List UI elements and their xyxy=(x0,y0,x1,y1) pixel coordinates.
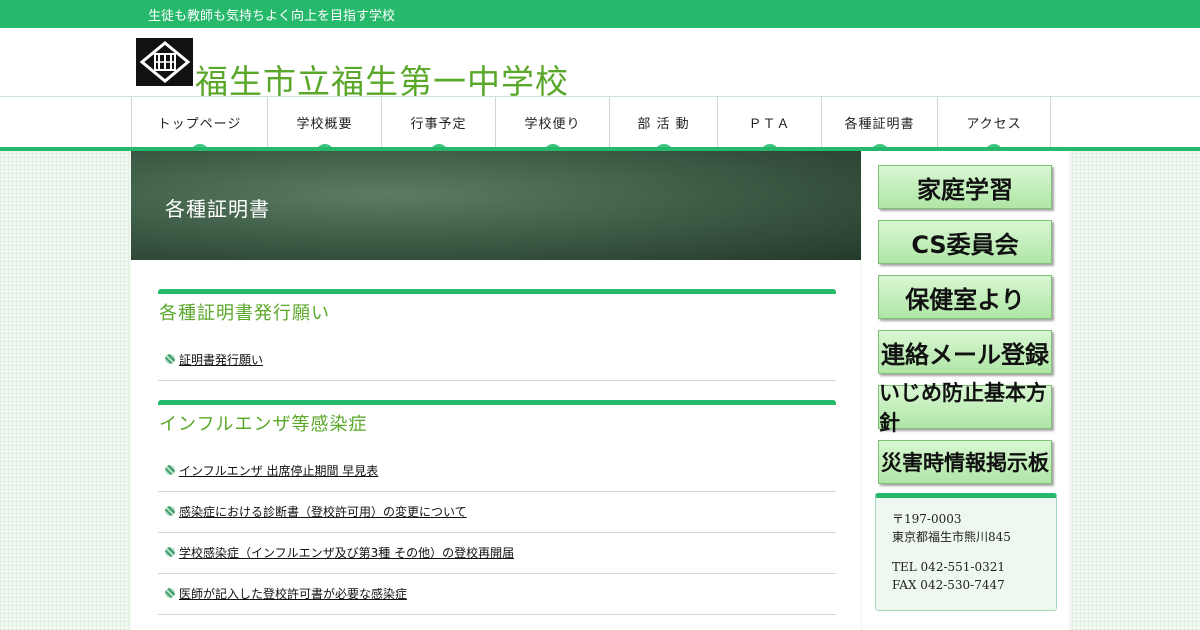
contact-address-box: 〒197-0003 東京都福生市熊川845 TEL 042-551-0321 F… xyxy=(875,493,1057,611)
top-bar: 生徒も教師も気持ちよく向上を目指す学校 xyxy=(0,0,1200,28)
mail-registration-button[interactable]: 連絡メール登録 xyxy=(878,330,1052,374)
list-item: 感染症における診断書（登校許可用）の変更について xyxy=(158,492,836,533)
main-nav: トップページ 学校概要 行事予定 学校便り 部 活 動 ＰＴＡ 各種証明書 アク… xyxy=(0,96,1200,154)
nav-item-clubs[interactable]: 部 活 動 xyxy=(609,97,717,154)
sidebar: 家庭学習 CS委員会 保健室より 連絡メール登録 いじめ防止基本方針 災害時情報… xyxy=(862,151,1069,630)
nav-item-schedule[interactable]: 行事予定 xyxy=(381,97,495,154)
section-title: 各種証明書発行願い xyxy=(159,303,330,324)
fax-number: FAX 042-530-7447 xyxy=(892,578,1005,592)
nav-item-label: 各種証明書 xyxy=(844,117,915,132)
main-content: 各種証明書 各種証明書発行願い 証明書発行願い インフルエンザ等感染症 インフル… xyxy=(131,151,861,630)
site-header: 福生市立福生第一中学校 xyxy=(0,28,1200,101)
nav-item-label: ＰＴＡ xyxy=(748,117,791,132)
list-item: 証明書発行願い xyxy=(158,340,836,381)
bullet-icon xyxy=(165,465,175,475)
school-tagline: 生徒も教師も気持ちよく向上を目指す学校 xyxy=(148,9,396,24)
disaster-board-button[interactable]: 災害時情報掲示板 xyxy=(878,440,1052,484)
phone-number: TEL 042-551-0321 xyxy=(892,560,1006,574)
section-divider xyxy=(158,400,836,405)
nav-item-label: 行事予定 xyxy=(410,117,467,132)
document-link[interactable]: 医師が記入した登校許可書が必要な感染症 xyxy=(179,585,407,602)
anti-bullying-policy-button[interactable]: いじめ防止基本方針 xyxy=(878,381,1052,435)
bullet-icon xyxy=(165,547,175,557)
page-hero-banner: 各種証明書 xyxy=(131,151,861,260)
section-title: インフルエンザ等感染症 xyxy=(159,414,368,435)
document-link[interactable]: 感染症における診断書（登校許可用）の変更について xyxy=(179,503,467,520)
nav-item-newsletter[interactable]: 学校便り xyxy=(495,97,609,154)
bullet-icon xyxy=(165,354,175,364)
school-emblem-icon[interactable] xyxy=(136,38,193,86)
nav-item-label: 部 活 動 xyxy=(637,117,690,132)
nav-item-overview[interactable]: 学校概要 xyxy=(267,97,381,154)
page-title: 各種証明書 xyxy=(165,197,270,221)
list-item: インフルエンザ 出席停止期間 早見表 xyxy=(158,451,836,492)
street-address: 東京都福生市熊川845 xyxy=(892,530,1011,544)
health-room-button[interactable]: 保健室より xyxy=(878,275,1052,319)
nav-item-pta[interactable]: ＰＴＡ xyxy=(717,97,821,154)
section-divider xyxy=(158,289,836,294)
list-item: 医師が記入した登校許可書が必要な感染症 xyxy=(158,574,836,615)
nav-item-label: トップページ xyxy=(157,117,242,132)
home-study-button[interactable]: 家庭学習 xyxy=(878,165,1052,209)
document-link[interactable]: 学校感染症（インフルエンザ及び第3種 その他）の登校再開届 xyxy=(179,544,514,561)
document-link[interactable]: 証明書発行願い xyxy=(179,351,263,368)
postal-code: 〒197-0003 xyxy=(892,512,962,526)
cs-committee-button[interactable]: CS委員会 xyxy=(878,220,1052,264)
nav-item-top[interactable]: トップページ xyxy=(131,97,267,154)
bullet-icon xyxy=(165,506,175,516)
bullet-icon xyxy=(165,588,175,598)
nav-item-label: 学校概要 xyxy=(296,117,353,132)
nav-item-certificates[interactable]: 各種証明書 xyxy=(821,97,937,154)
nav-item-label: 学校便り xyxy=(524,117,581,132)
document-link[interactable]: インフルエンザ 出席停止期間 早見表 xyxy=(179,462,378,479)
nav-item-label: アクセス xyxy=(966,117,1022,132)
list-item: 学校感染症（インフルエンザ及び第3種 その他）の登校再開届 xyxy=(158,533,836,574)
nav-item-access[interactable]: アクセス xyxy=(937,97,1051,154)
